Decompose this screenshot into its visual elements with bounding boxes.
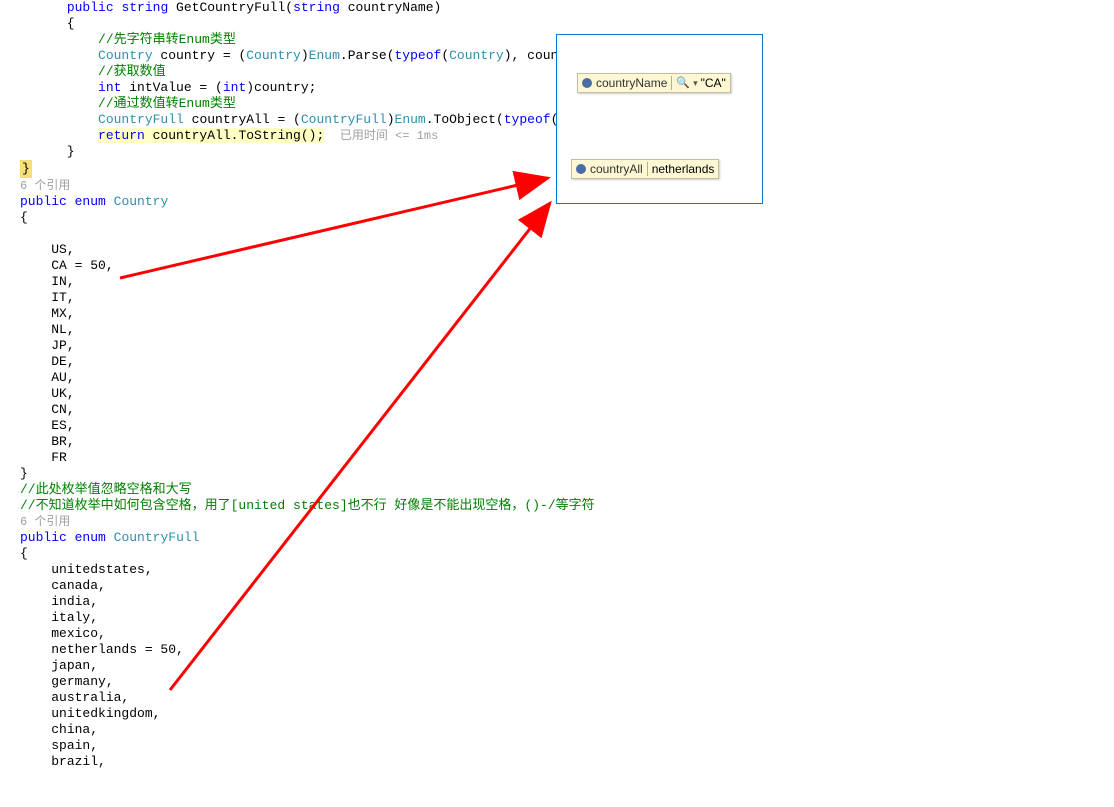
references-count[interactable]: 6 个引用 [20, 514, 1114, 530]
enum-member: UK, [20, 386, 1114, 402]
enum-member: BR, [20, 434, 1114, 450]
tooltip-value: "CA" [701, 75, 726, 91]
tooltip-value: netherlands [652, 161, 715, 177]
method-name: GetCountryFull( [168, 0, 293, 15]
enum-member: CA = 50, [20, 258, 1114, 274]
variable-icon [576, 164, 586, 174]
enum-member: brazil, [20, 754, 1114, 770]
indent [20, 0, 67, 15]
enum-member: spain, [20, 738, 1114, 754]
enum-member: japan, [20, 658, 1114, 674]
enum-member: unitedstates, [20, 562, 1114, 578]
enum-member: FR [20, 450, 1114, 466]
debug-tooltip-countryname[interactable]: countryName 🔍 ▾ "CA" [577, 73, 731, 93]
comment: //获取数值 [98, 64, 166, 79]
tooltip-variable-name: countryAll [590, 161, 643, 177]
enum-member: US, [20, 242, 1114, 258]
comment: //通过数值转Enum类型 [98, 96, 236, 111]
comment: //先字符串转Enum类型 [98, 32, 236, 47]
keyword: string [121, 0, 168, 15]
enum-member: india, [20, 594, 1114, 610]
enum-member: canada, [20, 578, 1114, 594]
enum-name: Country [114, 194, 169, 209]
enum-member: IT, [20, 290, 1114, 306]
keyword: string [293, 0, 340, 15]
enum-member: CN, [20, 402, 1114, 418]
enum-name: CountryFull [114, 530, 200, 545]
magnifier-icon[interactable]: 🔍 [676, 75, 690, 91]
enum-member: mexico, [20, 626, 1114, 642]
enum-member: AU, [20, 370, 1114, 386]
dropdown-icon[interactable]: ▾ [693, 75, 698, 91]
brace-open: { [20, 16, 1114, 32]
tooltip-variable-name: countryName [596, 75, 667, 91]
variable-icon [582, 78, 592, 88]
enum-member: IN, [20, 274, 1114, 290]
enum-member: australia, [20, 690, 1114, 706]
enum-member: netherlands = 50, [20, 642, 1114, 658]
type: Country [98, 48, 153, 63]
enum-member: MX, [20, 306, 1114, 322]
comment: //此处枚举值忽略空格和大写 [20, 482, 192, 497]
enum-member: JP, [20, 338, 1114, 354]
enum-member: italy, [20, 610, 1114, 626]
enum-member: DE, [20, 354, 1114, 370]
comment: //不知道枚举中如何包含空格，用了[united states]也不行 好像是不… [20, 498, 595, 513]
param: countryName) [340, 0, 441, 15]
current-statement: return countryAll.ToString(); [98, 128, 324, 143]
debug-tooltip-countryall[interactable]: countryAll netherlands [571, 159, 719, 179]
enum-member: ES, [20, 418, 1114, 434]
timing-info: 已用时间 <= 1ms [340, 129, 438, 143]
keyword: public [67, 0, 114, 15]
enum-member: NL, [20, 322, 1114, 338]
debug-watch-box: countryName 🔍 ▾ "CA" countryAll netherla… [556, 34, 763, 204]
enum-member: china, [20, 722, 1114, 738]
enum-member: unitedkingdom, [20, 706, 1114, 722]
enum-member: germany, [20, 674, 1114, 690]
